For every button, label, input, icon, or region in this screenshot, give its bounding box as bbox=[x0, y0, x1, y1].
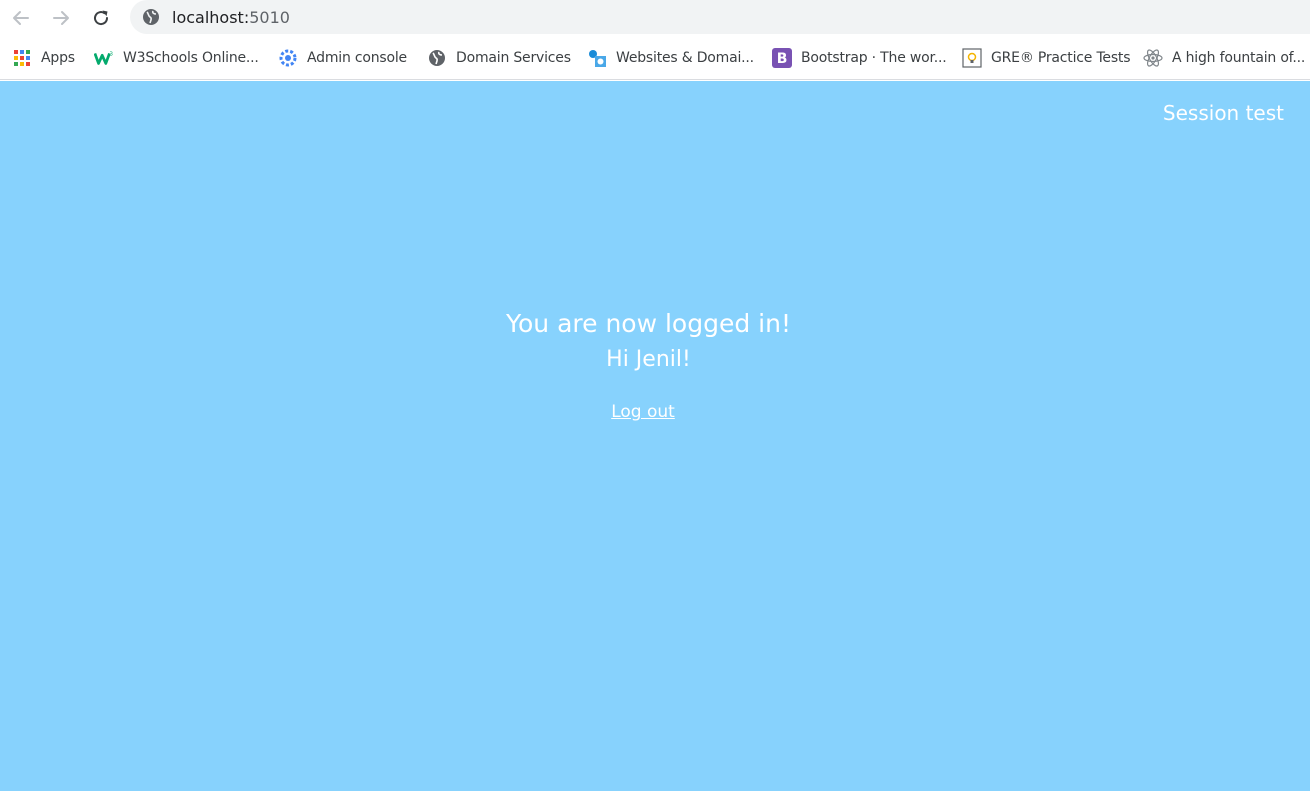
reload-icon bbox=[94, 10, 109, 26]
apps-grid-icon bbox=[12, 48, 32, 68]
logout-link[interactable]: Log out bbox=[0, 402, 1286, 422]
atom-icon bbox=[1143, 48, 1163, 68]
bookmark-high-fountain[interactable]: A high fountain of... bbox=[1143, 46, 1305, 70]
back-button[interactable] bbox=[8, 5, 34, 31]
bootstrap-icon: B bbox=[772, 48, 792, 68]
bookmark-domain-services[interactable]: Domain Services bbox=[427, 46, 571, 70]
bookmarks-bar: Apps 3 W3Schools Online... Admin console… bbox=[0, 38, 1310, 80]
login-message: You are now logged in! bbox=[506, 309, 791, 338]
bookmark-admin-console[interactable]: Admin console bbox=[278, 46, 407, 70]
reload-button[interactable] bbox=[88, 5, 114, 31]
bookmark-label: Admin console bbox=[307, 50, 407, 66]
forward-button[interactable] bbox=[48, 5, 74, 31]
greeting: Hi Jenil! bbox=[606, 347, 691, 372]
svg-text:3: 3 bbox=[109, 51, 113, 57]
admin-console-icon bbox=[278, 48, 298, 68]
bookmark-bootstrap[interactable]: B Bootstrap · The wor... bbox=[772, 46, 947, 70]
svg-text:B: B bbox=[777, 51, 787, 67]
bookmark-label: Domain Services bbox=[456, 50, 571, 66]
bookmark-label: W3Schools Online... bbox=[123, 50, 259, 66]
w3schools-icon: 3 bbox=[94, 48, 114, 68]
url-text: localhost:5010 bbox=[172, 8, 290, 27]
bookmark-gre[interactable]: GRE® Practice Tests bbox=[962, 46, 1131, 70]
site-title: Session test bbox=[1162, 101, 1284, 125]
url-host: localhost: bbox=[172, 8, 250, 27]
arrow-right-icon bbox=[53, 11, 69, 25]
globe-icon bbox=[143, 9, 159, 25]
bookmark-label: GRE® Practice Tests bbox=[991, 50, 1131, 66]
bookmark-label: A high fountain of... bbox=[1172, 50, 1306, 66]
bookmark-w3schools[interactable]: 3 W3Schools Online... bbox=[94, 46, 259, 70]
bookmark-websites-domains[interactable]: Websites & Domai... bbox=[587, 46, 754, 70]
page-content: Session test You are now logged in! Hi J… bbox=[0, 81, 1310, 791]
address-bar[interactable]: localhost:5010 bbox=[130, 0, 1310, 34]
bookmark-label: Apps bbox=[41, 50, 75, 66]
gre-icon bbox=[962, 48, 982, 68]
bookmark-label: Websites & Domai... bbox=[616, 50, 754, 66]
bookmark-apps[interactable]: Apps bbox=[12, 46, 75, 70]
globe-icon bbox=[427, 48, 447, 68]
bookmark-label: Bootstrap · The wor... bbox=[801, 50, 947, 66]
arrow-left-icon bbox=[13, 11, 29, 25]
websites-domains-icon bbox=[587, 48, 607, 68]
browser-toolbar: localhost:5010 bbox=[0, 0, 1310, 36]
url-port: 5010 bbox=[249, 8, 290, 27]
